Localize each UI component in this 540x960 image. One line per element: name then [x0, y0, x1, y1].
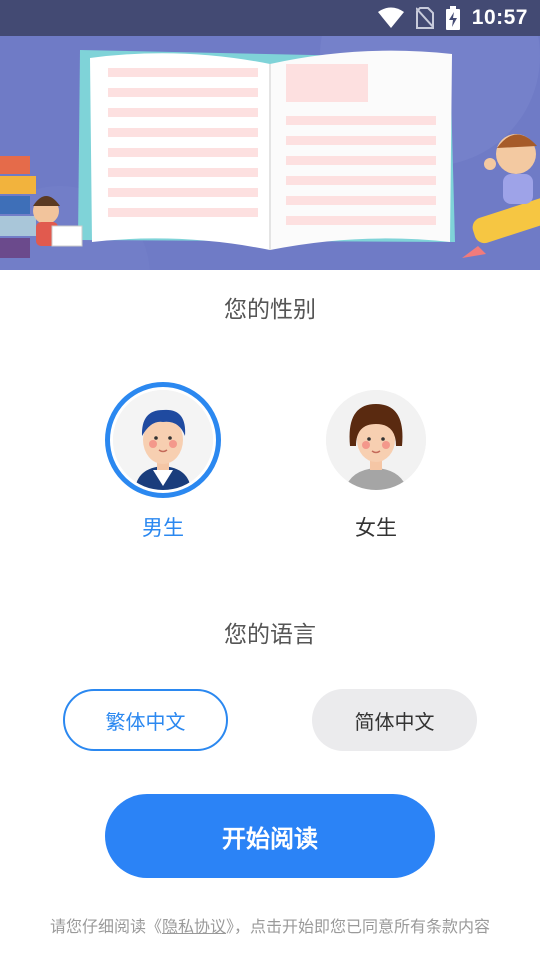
language-section-title: 您的语言: [224, 622, 316, 648]
gender-option-male[interactable]: 男生: [93, 382, 233, 542]
boy-avatar-icon: [113, 390, 213, 490]
agreement-text: 请您仔细阅读《隐私协议》，点击开始即您已同意所有条款内容: [0, 913, 540, 937]
language-simplified-chinese-button[interactable]: 简体中文: [312, 689, 477, 751]
agreement-suffix: 》，点击开始即您已同意所有条款内容: [226, 917, 491, 936]
privacy-policy-link[interactable]: 隐私协议: [162, 917, 226, 936]
banner-illustration: [0, 36, 540, 270]
battery-charging-icon: [445, 6, 460, 30]
no-sim-icon: [415, 7, 434, 29]
gender-label-male: 男生: [142, 516, 184, 540]
female-avatar-ring[interactable]: [318, 382, 434, 498]
agreement-prefix: 请您仔细阅读《: [49, 917, 162, 936]
status-bar: 10:57: [0, 0, 540, 36]
gender-label-female: 女生: [355, 516, 397, 540]
status-time: 10:57: [471, 6, 528, 29]
language-traditional-chinese-button[interactable]: 繁体中文: [63, 689, 228, 751]
open-book-illustration: [0, 36, 540, 270]
gender-option-female[interactable]: 女生: [306, 382, 446, 542]
gender-section-title: 您的性别: [224, 297, 316, 323]
wifi-icon: [377, 7, 404, 29]
girl-avatar-icon: [326, 390, 426, 490]
male-avatar-ring[interactable]: [105, 382, 221, 498]
start-reading-button[interactable]: 开始阅读: [105, 794, 435, 878]
